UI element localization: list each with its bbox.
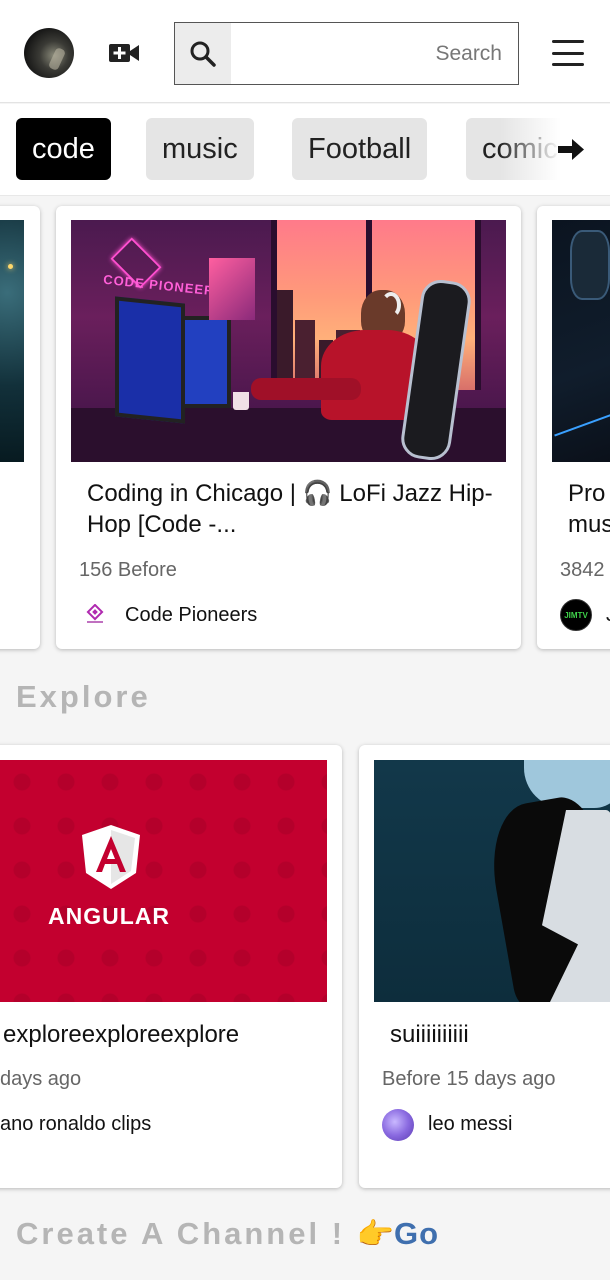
- chip-code[interactable]: code: [16, 118, 111, 180]
- pointing-hand-icon: 👉: [356, 1218, 395, 1251]
- thumbnail-logo-text: ANGULAR: [48, 903, 170, 929]
- video-card[interactable]: CODE PIONEERS Coding in Chicago | 🎧 LoFi…: [56, 206, 521, 649]
- top-header: [0, 0, 610, 103]
- channel-name[interactable]: Code Pioneers: [125, 604, 257, 627]
- video-meta: days ago: [0, 1068, 82, 1090]
- channel-name[interactable]: J: [606, 604, 610, 627]
- video-title[interactable]: suiiiiiiiiii: [390, 1019, 469, 1050]
- create-channel-text: Create A Channel !: [16, 1216, 346, 1251]
- angular-logo-icon: [82, 825, 140, 889]
- chip-music[interactable]: music: [146, 118, 254, 180]
- video-title[interactable]: exploreexploreexplore: [3, 1019, 239, 1050]
- video-meta: Before 15 days ago: [382, 1068, 556, 1090]
- hamburger-menu-icon[interactable]: [552, 40, 584, 66]
- video-thumbnail: [0, 220, 24, 462]
- channel-name[interactable]: ano ronaldo clips: [0, 1113, 151, 1136]
- video-thumbnail: [552, 220, 610, 462]
- code-pioneers-logo-icon: [86, 604, 104, 623]
- create-channel-prompt: Create A Channel ! 👉Go: [16, 1216, 439, 1252]
- channel-avatar[interactable]: JIMTV: [560, 599, 592, 631]
- channel-name[interactable]: leo messi: [428, 1113, 512, 1136]
- arrow-right-icon[interactable]: [556, 134, 586, 164]
- search-bar: [174, 22, 519, 85]
- search-button[interactable]: [175, 23, 231, 84]
- video-thumbnail: [374, 760, 610, 1002]
- chip-football[interactable]: Football: [292, 118, 428, 180]
- video-thumbnail: CODE PIONEERS: [71, 220, 506, 462]
- channel-avatar[interactable]: [79, 599, 111, 631]
- video-title[interactable]: Pro mus: [568, 478, 610, 540]
- video-meta: 156 Before: [79, 559, 177, 581]
- explore-card[interactable]: suiiiiiiiiii Before 15 days ago leo mess…: [359, 745, 610, 1188]
- video-camera-add-icon[interactable]: [108, 40, 140, 66]
- user-avatar[interactable]: [24, 28, 74, 78]
- thumbnail-neon-text: CODE PIONEERS: [102, 271, 225, 300]
- explore-heading: Explore: [16, 679, 151, 714]
- category-chips: code music Football comic: [0, 104, 610, 196]
- search-input[interactable]: [231, 23, 518, 84]
- video-card-partial-right[interactable]: Pro mus 3842 JIMTV J: [537, 206, 610, 649]
- go-link[interactable]: Go: [394, 1216, 439, 1251]
- video-card-partial-left[interactable]: [0, 206, 40, 649]
- video-title[interactable]: Coding in Chicago | 🎧 LoFi Jazz Hip-Hop …: [87, 478, 497, 540]
- channel-avatar[interactable]: [382, 1109, 414, 1141]
- search-icon: [190, 41, 216, 67]
- video-meta: 3842: [560, 559, 605, 581]
- video-thumbnail: ANGULAR: [0, 760, 327, 1002]
- explore-card[interactable]: ANGULAR exploreexploreexplore days ago a…: [0, 745, 342, 1188]
